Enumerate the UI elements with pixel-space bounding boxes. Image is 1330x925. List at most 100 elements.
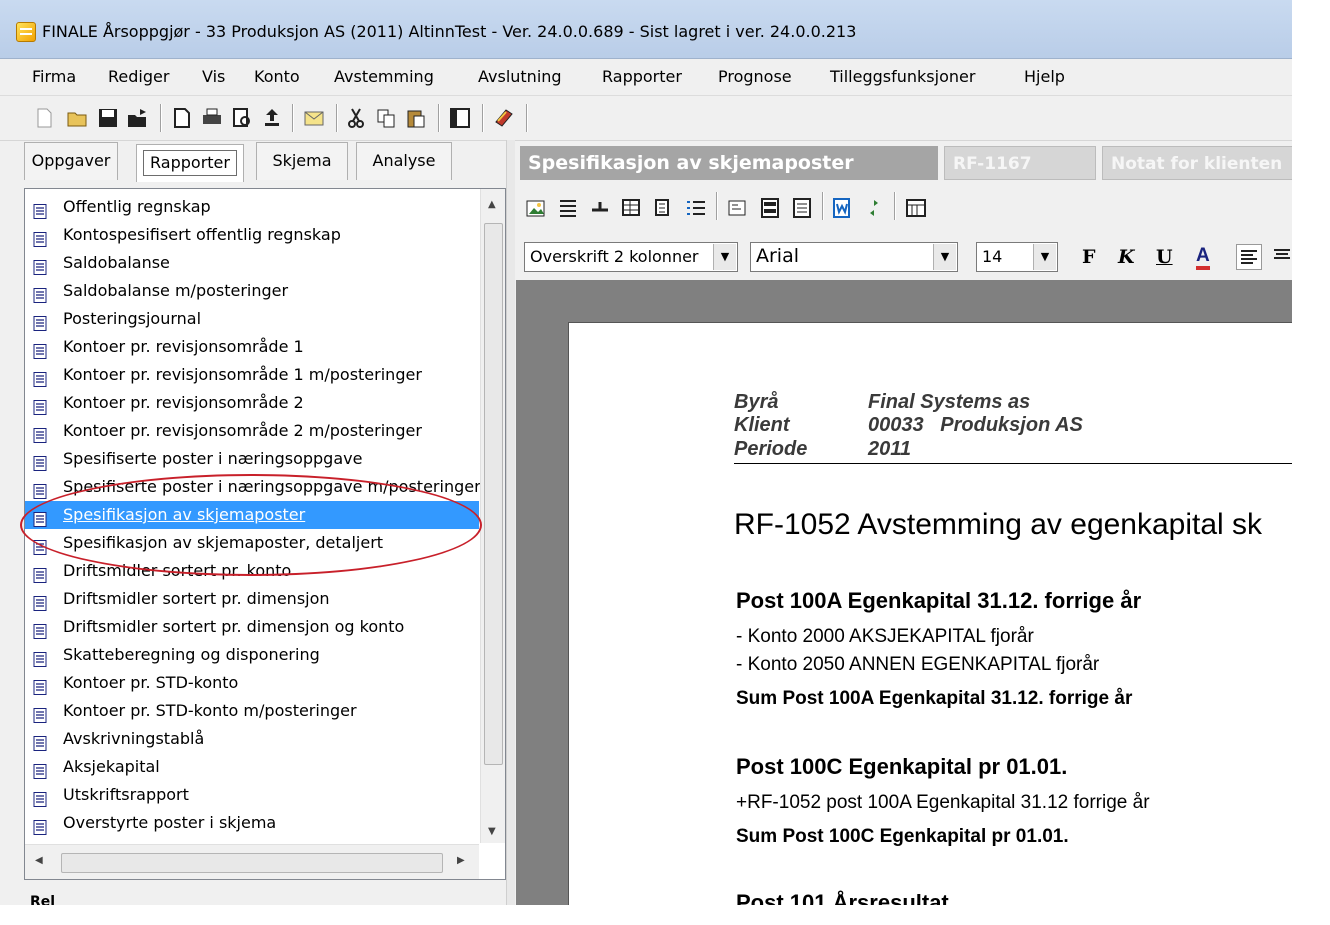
menu-firma[interactable]: Firma — [32, 67, 76, 86]
menu-rapporter[interactable]: Rapporter — [602, 67, 682, 86]
tab-rapporter[interactable]: Rapporter — [136, 144, 244, 182]
menu-hjelp[interactable]: Hjelp — [1024, 67, 1065, 86]
font-select[interactable]: Arial ▼ — [750, 242, 958, 272]
save-icon[interactable] — [96, 106, 120, 130]
list-item[interactable]: Spesifiserte poster i næringsoppgave — [25, 445, 479, 473]
horizontal-scrollbar[interactable]: ◀ ▶ — [25, 844, 479, 879]
chevron-down-icon[interactable]: ▼ — [933, 244, 956, 270]
open-recent-icon[interactable] — [126, 106, 150, 130]
list-item[interactable]: Avskrivningstablå — [25, 725, 479, 753]
list-item-label: Kontoer pr. revisjonsområde 2 — [63, 393, 304, 412]
menu-rediger[interactable]: Rediger — [108, 67, 169, 86]
bold-button[interactable]: F — [1082, 246, 1096, 268]
list-item[interactable]: Kontoer pr. STD-konto m/posteringer — [25, 697, 479, 725]
scroll-right-icon[interactable]: ▶ — [457, 855, 465, 866]
report-document-icon — [33, 816, 47, 835]
print-preview-icon[interactable] — [170, 106, 194, 130]
list-item-label: Posteringsjournal — [63, 309, 202, 328]
tab-notat-for-klienten[interactable]: Notat for klienten — [1102, 146, 1300, 180]
section-line: +RF-1052 post 100A Egenkapital 31.12 for… — [736, 792, 1150, 813]
new-icon[interactable] — [32, 106, 56, 130]
calculator-icon[interactable] — [904, 196, 928, 220]
tab-oppgaver[interactable]: Oppgaver — [24, 142, 118, 180]
book-icon[interactable] — [492, 106, 516, 130]
sections-icon[interactable] — [758, 196, 782, 220]
preview-zoom-icon[interactable] — [230, 106, 254, 130]
list-item[interactable]: Kontoer pr. revisjonsområde 1 — [25, 333, 479, 361]
font-color-button[interactable]: A — [1196, 246, 1210, 270]
chevron-down-icon[interactable]: ▼ — [1033, 244, 1056, 270]
scroll-left-icon[interactable]: ◀ — [35, 855, 43, 866]
word-export-icon[interactable] — [830, 196, 854, 220]
list-item[interactable]: Aksjekapital — [25, 753, 479, 781]
meta-label-periode: Periode — [734, 438, 808, 460]
section-sum: Sum Post 100C Egenkapital pr 01.01. — [736, 826, 1069, 847]
menu-konto[interactable]: Konto — [254, 67, 300, 86]
menu-prognose[interactable]: Prognose — [718, 67, 792, 86]
field-icon[interactable] — [726, 196, 750, 220]
export-icon[interactable] — [260, 106, 284, 130]
page-icon[interactable] — [790, 196, 814, 220]
list-item[interactable]: Kontoer pr. STD-konto — [25, 669, 479, 697]
tab-skjema[interactable]: Skjema — [256, 142, 348, 180]
list-item[interactable]: Kontospesifisert offentlig regnskap — [25, 221, 479, 249]
scroll-down-icon[interactable]: ▼ — [488, 826, 496, 837]
open-folder-icon[interactable] — [66, 106, 90, 130]
report-document-icon — [33, 424, 47, 443]
list-item[interactable]: Kontoer pr. revisjonsområde 1 m/posterin… — [25, 361, 479, 389]
insert-image-icon[interactable] — [524, 196, 548, 220]
underline-button[interactable]: U — [1156, 246, 1173, 268]
panel-toggle-icon[interactable] — [448, 106, 472, 130]
list-item[interactable]: Kontoer pr. revisjonsområde 2 — [25, 389, 479, 417]
report-document-icon — [33, 564, 47, 583]
tab-spesifikasjon-av-skjemaposter[interactable]: Spesifikasjon av skjemaposter — [520, 146, 938, 180]
font-size-select[interactable]: 14 ▼ — [976, 242, 1058, 272]
report-document-icon — [33, 452, 47, 471]
app-window: FINALE Årsoppgjør - 33 Produksjon AS (20… — [0, 0, 1300, 920]
scroll-up-icon[interactable]: ▲ — [488, 199, 496, 210]
insert-rows-icon[interactable] — [556, 196, 580, 220]
align-center-icon[interactable] — [1270, 244, 1294, 268]
list-item[interactable]: Posteringsjournal — [25, 305, 479, 333]
document-tabs: Spesifikasjon av skjemaposter RF-1167 No… — [516, 146, 1300, 184]
list-item[interactable]: Saldobalanse — [25, 249, 479, 277]
chevron-down-icon[interactable]: ▼ — [713, 244, 736, 270]
insert-break-icon[interactable] — [588, 196, 612, 220]
menu-tilleggsfunksjoner[interactable]: Tilleggsfunksjoner — [830, 67, 975, 86]
mail-icon[interactable] — [302, 106, 326, 130]
list-item[interactable]: Kontoer pr. revisjonsområde 2 m/posterin… — [25, 417, 479, 445]
tab-analyse[interactable]: Analyse — [356, 142, 452, 180]
header-divider — [734, 463, 1294, 464]
tab-rf-1167[interactable]: RF-1167 — [944, 146, 1096, 180]
menu-avstemming[interactable]: Avstemming — [334, 67, 434, 86]
list-item[interactable]: Driftsmidler sortert pr. dimensjon — [25, 585, 479, 613]
align-left-icon[interactable] — [1236, 244, 1262, 270]
table-icon[interactable] — [620, 196, 644, 220]
italic-button[interactable]: K — [1118, 246, 1135, 268]
menu-vis[interactable]: Vis — [202, 67, 225, 86]
style-select[interactable]: Overskrift 2 kolonner ▼ — [524, 242, 738, 272]
list-icon[interactable] — [684, 196, 708, 220]
list-item[interactable]: Overstyrte poster i skjema — [25, 809, 479, 837]
list-item[interactable]: Driftsmidler sortert pr. dimensjon og ko… — [25, 613, 479, 641]
hscroll-thumb[interactable] — [61, 853, 443, 873]
print-icon[interactable] — [200, 106, 224, 130]
list-item[interactable]: Utskriftsrapport — [25, 781, 479, 809]
list-item[interactable]: Skatteberegning og disponering — [25, 641, 479, 669]
list-item-label: Kontospesifisert offentlig regnskap — [63, 225, 341, 244]
scroll-thumb[interactable] — [484, 223, 503, 765]
meta-label-klient: Klient — [734, 414, 790, 436]
paste-icon[interactable] — [404, 106, 428, 130]
vertical-scrollbar[interactable]: ▲ ▼ — [480, 189, 505, 843]
cut-icon[interactable] — [344, 106, 368, 130]
list-item[interactable]: Offentlig regnskap — [25, 193, 479, 221]
menu-avslutning[interactable]: Avslutning — [478, 67, 562, 86]
pane-splitter[interactable] — [506, 140, 515, 920]
report-document-icon — [33, 648, 47, 667]
copy-icon[interactable] — [374, 106, 398, 130]
list-item[interactable]: Saldobalanse m/posteringer — [25, 277, 479, 305]
refresh-icon[interactable] — [862, 196, 886, 220]
torn-edge-right — [1292, 0, 1330, 925]
table-properties-icon[interactable] — [652, 196, 676, 220]
menu-bar: Firma Rediger Vis Konto Avstemming Avslu… — [0, 59, 1300, 96]
